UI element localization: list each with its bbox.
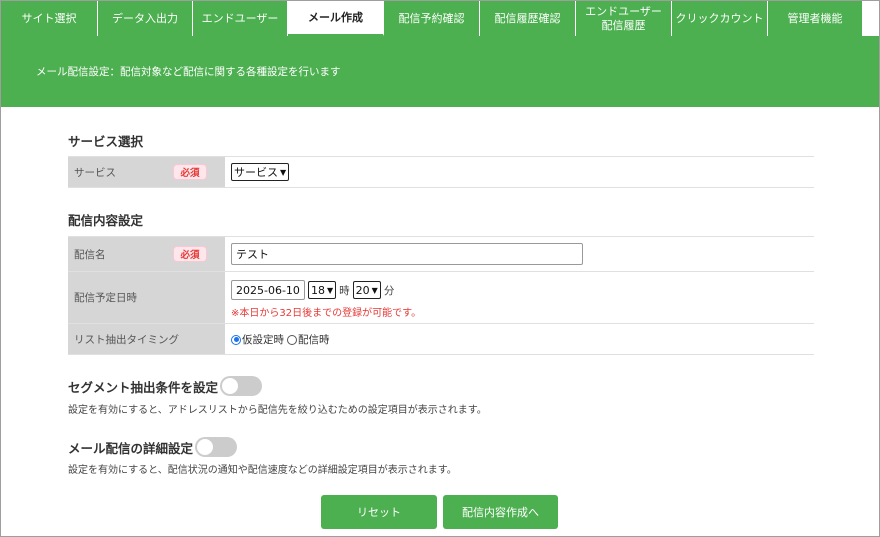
delivery-name-field [231,243,583,265]
date-input[interactable]: 2025-06-10 [231,280,305,300]
app-window: サイト選択 データ入出力 エンドユーザー メール作成 配信予約確認 配信履歴確認… [0,0,880,537]
schedule-warning: ※本日から32日後までの登録が可能です。 [231,308,422,319]
segment-description: 設定を有効にすると、アドレスリストから配信先を絞り込むための設定項目が表示されま… [68,405,487,416]
tab-click-count[interactable]: クリックカウント [672,1,768,36]
service-label: サービス [74,166,116,179]
detail-description: 設定を有効にすると、配信状況の通知や配信速度などの詳細設定項目が表示されます。 [68,465,457,476]
tab-mail-create[interactable]: メール作成 [288,1,384,36]
radio-selected-icon [231,334,241,345]
minute-select[interactable]: 20 ▼ [352,281,381,299]
hour-unit: 時 [339,284,350,297]
service-field: サービス ▼ [231,163,290,181]
timing-label-cell: リスト抽出タイミング [68,324,225,354]
chevron-down-icon: ▼ [371,285,378,295]
timing-row: リスト抽出タイミング 仮設定時 配信時 [68,324,814,355]
hour-select[interactable]: 18 ▼ [308,281,337,299]
chevron-down-icon: ▼ [280,167,287,177]
hour-select-value: 18 [311,283,325,297]
segment-title: セグメント抽出条件を設定 [68,379,219,395]
timing-field: 仮設定時 配信時 [231,332,333,347]
segment-toggle[interactable] [220,376,263,396]
tab-data-io[interactable]: データ入出力 [98,1,193,36]
content-section-title: 配信内容設定 [68,213,144,228]
toggle-knob [222,378,239,394]
timing-option-delivery-label: 配信時 [298,334,330,346]
service-row: サービス 必須 サービス ▼ [68,156,814,188]
tab-site-select[interactable]: サイト選択 [1,1,98,36]
schedule-label-cell: 配信予定日時 [68,272,225,323]
timing-label: リスト抽出タイミング [74,333,179,346]
required-badge: 必須 [173,246,207,262]
nav-tabs: サイト選択 データ入出力 エンドユーザー メール作成 配信予約確認 配信履歴確認… [1,1,879,36]
create-content-button[interactable]: 配信内容作成へ [443,495,558,529]
radio-unselected-icon [287,334,297,345]
detail-title: メール配信の詳細設定 [68,440,194,456]
schedule-row: 配信予定日時 2025-06-10 18 ▼ 時 20 ▼ 分 ※本日から32日… [68,272,814,324]
tab-history-confirm[interactable]: 配信履歴確認 [480,1,576,36]
minute-select-value: 20 [355,283,370,297]
tab-admin[interactable]: 管理者機能 [768,1,863,36]
timing-option-provisional[interactable]: 仮設定時 [231,332,284,347]
timing-option-delivery[interactable]: 配信時 [287,332,330,347]
timing-option-provisional-label: 仮設定時 [242,334,284,346]
delivery-name-row: 配信名 必須 [68,236,814,272]
segment-toggle-row: セグメント抽出条件を設定 [68,376,263,396]
detail-toggle-row: メール配信の詳細設定 [68,437,238,457]
delivery-name-label-cell: 配信名 必須 [68,237,225,271]
service-label-cell: サービス 必須 [68,157,225,187]
delivery-name-input[interactable] [231,243,583,265]
toggle-knob [197,439,214,455]
tab-end-user-history[interactable]: エンドユーザー 配信履歴 [576,1,672,36]
reset-button[interactable]: リセット [321,495,437,529]
banner-text: メール配信設定：配信対象など配信に関する各種設定を行います [36,66,341,78]
schedule-label: 配信予定日時 [74,292,137,304]
schedule-field: 2025-06-10 18 ▼ 時 20 ▼ 分 ※本日から32日後までの登録が… [231,280,421,319]
chevron-down-icon: ▼ [327,285,334,295]
service-select[interactable]: サービス ▼ [231,163,290,181]
page-banner: メール配信設定：配信対象など配信に関する各種設定を行います [1,36,879,107]
delivery-name-label: 配信名 [74,248,106,261]
service-select-value: サービス [234,166,278,179]
minute-unit: 分 [383,284,395,297]
tab-end-user[interactable]: エンドユーザー [193,1,288,36]
tab-schedule-confirm[interactable]: 配信予約確認 [384,1,480,36]
detail-toggle[interactable] [195,437,238,457]
service-section-title: サービス選択 [68,134,144,149]
required-badge: 必須 [173,164,207,180]
